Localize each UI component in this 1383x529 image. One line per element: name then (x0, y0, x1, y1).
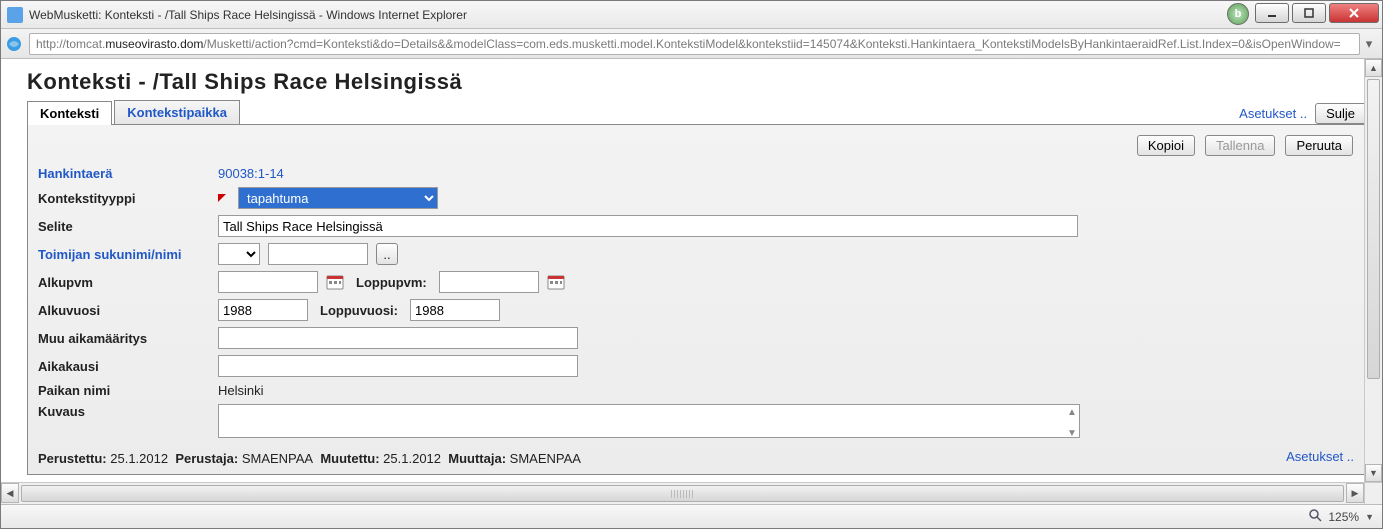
label-kuvaus: Kuvaus (38, 404, 218, 419)
window-title: WebMusketti: Konteksti - /Tall Ships Rac… (29, 8, 1227, 22)
calendar-icon[interactable] (547, 273, 565, 291)
status-bar: 125% ▼ (1, 504, 1382, 528)
label-paikka: Paikan nimi (38, 383, 218, 398)
browser-hint-button[interactable]: b (1227, 3, 1249, 25)
textarea-scroll-down-icon[interactable]: ▼ (1066, 427, 1078, 439)
panel-toolbar: Kopioi Tallenna Peruuta (38, 133, 1355, 166)
label-hankintaera[interactable]: Hankintaerä (38, 166, 218, 181)
label-aikakausi: Aikakausi (38, 359, 218, 374)
tab-row: Konteksti Kontekstipaikka Asetukset .. S… (27, 99, 1366, 125)
browser-window: WebMusketti: Konteksti - /Tall Ships Rac… (0, 0, 1383, 529)
address-bar-row: http://tomcat.museovirasto.dom/Musketti/… (1, 29, 1382, 59)
zoom-icon[interactable] (1308, 508, 1322, 525)
value-paikka: Helsinki (218, 383, 264, 398)
label-alkuvuosi: Alkuvuosi (38, 303, 218, 318)
selite-input[interactable] (218, 215, 1078, 237)
calendar-icon[interactable] (326, 273, 344, 291)
window-controls: b (1227, 1, 1382, 28)
scroll-left-icon[interactable]: ◀ (1, 483, 19, 503)
label-muu: Muu aikamääritys (38, 331, 218, 346)
audit-row: Perustettu: 25.1.2012 Perustaja: SMAENPA… (38, 451, 1355, 466)
value-hankintaera[interactable]: 90038:1-14 (218, 166, 284, 181)
form-grid: Hankintaerä 90038:1-14 Kontekstityyppi t… (38, 166, 1355, 441)
close-button[interactable] (1329, 3, 1379, 23)
label-loppuvuosi: Loppuvuosi: (320, 303, 398, 318)
address-bar[interactable]: http://tomcat.museovirasto.dom/Musketti/… (29, 33, 1360, 55)
toimija-lookup-button[interactable]: .. (376, 243, 398, 265)
scroll-up-icon[interactable]: ▲ (1365, 59, 1382, 77)
alkuvuosi-input[interactable] (218, 299, 308, 321)
kuvaus-textarea[interactable] (218, 404, 1080, 438)
loppupvm-input[interactable] (439, 271, 539, 293)
tab-konteksti[interactable]: Konteksti (27, 101, 112, 125)
scroll-right-icon[interactable]: ▶ (1346, 483, 1364, 503)
loppuvuosi-input[interactable] (410, 299, 500, 321)
close-page-button[interactable]: Sulje (1315, 103, 1366, 124)
cancel-button[interactable]: Peruuta (1285, 135, 1353, 156)
aikakausi-input[interactable] (218, 355, 578, 377)
horizontal-scrollbar[interactable]: ◀ ▶ (1, 482, 1364, 504)
page-title: Konteksti - /Tall Ships Race Helsingissä (27, 69, 1366, 95)
address-dropdown-icon[interactable]: ▾ (1360, 36, 1378, 52)
scroll-down-icon[interactable]: ▼ (1365, 464, 1382, 482)
main-panel: Kopioi Tallenna Peruuta Hankintaerä 9003… (27, 125, 1366, 475)
label-toimija[interactable]: Toimijan sukunimi/nimi (38, 247, 218, 262)
content: Konteksti - /Tall Ships Race Helsingissä… (1, 59, 1382, 504)
label-alkupvm: Alkupvm (38, 275, 218, 290)
zoom-dropdown-icon[interactable]: ▼ (1365, 512, 1374, 522)
muu-input[interactable] (218, 327, 578, 349)
vertical-scrollbar[interactable]: ▲ ▼ (1364, 59, 1382, 482)
label-kontekstityyppi: Kontekstityyppi (38, 191, 218, 206)
toimija-prefix-select[interactable] (218, 243, 260, 265)
ie-icon (5, 35, 23, 53)
save-button[interactable]: Tallenna (1205, 135, 1275, 156)
url-rest: /Musketti/action?cmd=Konteksti&do=Detail… (203, 37, 1340, 51)
label-loppupvm: Loppupvm: (356, 275, 427, 290)
url-prefix: http://tomcat. (36, 37, 105, 51)
horizontal-scroll-thumb[interactable] (21, 485, 1344, 502)
app-icon (7, 7, 23, 23)
textarea-scroll-up-icon[interactable]: ▲ (1066, 406, 1078, 418)
toimija-name-input[interactable] (268, 243, 368, 265)
copy-button[interactable]: Kopioi (1137, 135, 1195, 156)
window-titlebar: WebMusketti: Konteksti - /Tall Ships Rac… (1, 1, 1382, 29)
settings-link[interactable]: Asetukset .. (1239, 106, 1307, 121)
vertical-scroll-thumb[interactable] (1367, 79, 1380, 379)
alkupvm-input[interactable] (218, 271, 318, 293)
viewport: Konteksti - /Tall Ships Race Helsingissä… (1, 59, 1382, 504)
url-host: museovirasto.dom (105, 37, 203, 51)
bottom-settings-link[interactable]: Asetukset .. (1286, 449, 1354, 464)
scrollbar-corner (1364, 482, 1382, 504)
minimize-button[interactable] (1255, 3, 1289, 23)
label-selite: Selite (38, 219, 218, 234)
maximize-button[interactable] (1292, 3, 1326, 23)
zoom-level[interactable]: 125% (1328, 510, 1359, 524)
tab-kontekstipaikka[interactable]: Kontekstipaikka (114, 100, 240, 124)
required-marker-icon (218, 194, 226, 202)
kontekstityyppi-select[interactable]: tapahtuma (238, 187, 438, 209)
